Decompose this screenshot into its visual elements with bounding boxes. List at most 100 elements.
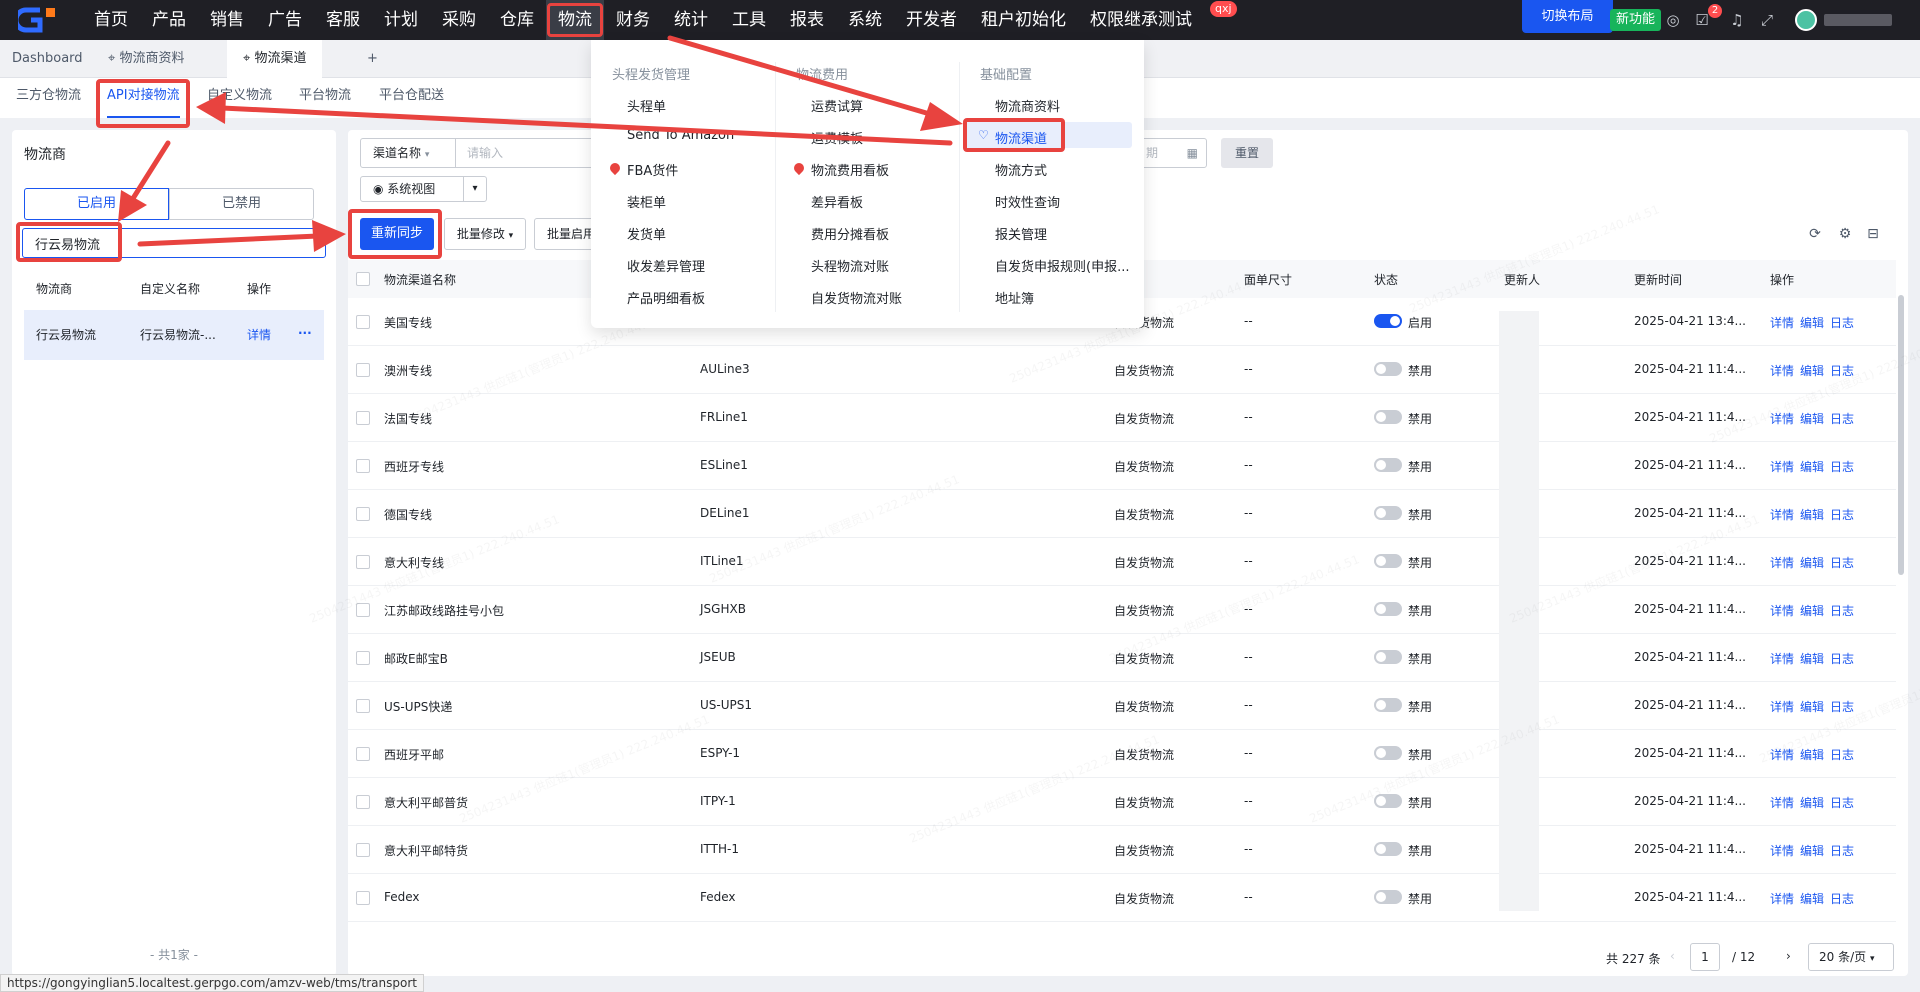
carrier-detail-link[interactable]: 详情: [247, 326, 271, 343]
menu-product-board[interactable]: 产品明细看板: [627, 288, 705, 307]
nav-service[interactable]: 客服: [314, 0, 372, 40]
table-row[interactable]: 德国专线 DELine1 自发货物流 -- 禁用 2025-04-21 11:4... 详情…: [348, 490, 1896, 538]
filter-field-select[interactable]: 渠道名称 ▾: [360, 138, 456, 168]
status-toggle[interactable]: [1374, 506, 1402, 520]
book-icon[interactable]: ⊟: [1864, 225, 1882, 243]
row-checkbox[interactable]: [356, 507, 370, 521]
menu-address-book[interactable]: 地址簿: [995, 288, 1034, 307]
system-view-button[interactable]: ◉ 系统视图: [360, 176, 464, 202]
detail-link[interactable]: 详情: [1770, 314, 1794, 331]
edit-link[interactable]: 编辑: [1800, 602, 1824, 619]
nav-permission-test[interactable]: 权限继承测试: [1078, 0, 1204, 40]
fullscreen-icon[interactable]: ⤢: [1757, 10, 1777, 30]
log-link[interactable]: 日志: [1830, 506, 1854, 523]
menu-customs[interactable]: 报关管理: [995, 224, 1047, 243]
username-blurred[interactable]: [1824, 14, 1892, 26]
reset-button[interactable]: 重置: [1221, 138, 1273, 168]
menu-alloc-board[interactable]: 费用分摊看板: [811, 224, 889, 243]
batch-edit-button[interactable]: 批量修改 ▾: [444, 218, 526, 250]
detail-link[interactable]: 详情: [1770, 890, 1794, 907]
select-all-checkbox[interactable]: [356, 272, 370, 286]
nav-product[interactable]: 产品: [140, 0, 198, 40]
log-link[interactable]: 日志: [1830, 794, 1854, 811]
avatar[interactable]: [1795, 9, 1817, 31]
help-icon[interactable]: ◎: [1663, 10, 1683, 30]
page-input[interactable]: 1: [1690, 943, 1720, 971]
detail-link[interactable]: 详情: [1770, 602, 1794, 619]
app-logo[interactable]: [18, 6, 64, 34]
edit-link[interactable]: 编辑: [1800, 650, 1824, 667]
row-checkbox[interactable]: [356, 555, 370, 569]
detail-link[interactable]: 详情: [1770, 362, 1794, 379]
menu-first-leg-order[interactable]: 头程单: [627, 96, 666, 115]
table-row[interactable]: Fedex Fedex 自发货物流 -- 禁用 2025-04-21 11:4... 详情编…: [348, 874, 1896, 922]
row-checkbox[interactable]: [356, 795, 370, 809]
table-row[interactable]: 法国专线 FRLine1 自发货物流 -- 禁用 2025-04-21 11:4... 详情…: [348, 394, 1896, 442]
new-feature-badge[interactable]: 新功能: [1610, 9, 1662, 31]
tab-carrier-info[interactable]: ⌖ 物流商资料: [108, 40, 184, 78]
edit-link[interactable]: 编辑: [1800, 314, 1824, 331]
menu-shipping-order[interactable]: 发货单: [627, 224, 666, 243]
tab-logistics-channel[interactable]: ⌖ 物流渠道: [227, 40, 323, 78]
edit-link[interactable]: 编辑: [1800, 842, 1824, 859]
log-link[interactable]: 日志: [1830, 314, 1854, 331]
row-checkbox[interactable]: [356, 747, 370, 761]
menu-logistics-channel[interactable]: ♡ 物流渠道: [978, 128, 1047, 147]
menu-logistics-method[interactable]: 物流方式: [995, 160, 1047, 179]
resync-button[interactable]: 重新同步: [360, 218, 434, 250]
edit-link[interactable]: 编辑: [1800, 554, 1824, 571]
menu-discrepancy[interactable]: 收发差异管理: [627, 256, 705, 275]
status-toggle[interactable]: [1374, 650, 1402, 664]
log-link[interactable]: 日志: [1830, 410, 1854, 427]
edit-link[interactable]: 编辑: [1800, 458, 1824, 475]
prev-page-icon[interactable]: ‹: [1670, 949, 1675, 963]
detail-link[interactable]: 详情: [1770, 554, 1794, 571]
row-checkbox[interactable]: [356, 411, 370, 425]
nav-home[interactable]: 首页: [82, 0, 140, 40]
menu-container[interactable]: 装柜单: [627, 192, 666, 211]
status-toggle[interactable]: [1374, 458, 1402, 472]
row-checkbox[interactable]: [356, 459, 370, 473]
chevron-down-icon[interactable]: ▾: [463, 176, 487, 202]
menu-declaration-rules[interactable]: 自发货申报规则(申报...: [995, 256, 1129, 275]
row-checkbox[interactable]: [356, 891, 370, 905]
log-link[interactable]: 日志: [1830, 842, 1854, 859]
status-toggle[interactable]: [1374, 410, 1402, 424]
more-icon[interactable]: ···: [298, 326, 312, 340]
nav-developer[interactable]: 开发者: [894, 0, 969, 40]
detail-link[interactable]: 详情: [1770, 506, 1794, 523]
row-checkbox[interactable]: [356, 651, 370, 665]
edit-link[interactable]: 编辑: [1800, 410, 1824, 427]
detail-link[interactable]: 详情: [1770, 698, 1794, 715]
nav-system[interactable]: 系统: [836, 0, 894, 40]
table-row[interactable]: 意大利平邮普货 ITPY-1 自发货物流 -- 禁用 2025-04-21 11:4...…: [348, 778, 1896, 826]
table-row[interactable]: 意大利平邮特货 ITTH-1 自发货物流 -- 禁用 2025-04-21 11:4...…: [348, 826, 1896, 874]
edit-link[interactable]: 编辑: [1800, 890, 1824, 907]
nav-reports[interactable]: 报表: [778, 0, 836, 40]
menu-fee-board[interactable]: 物流费用看板: [811, 160, 889, 179]
batch-enable-button[interactable]: 批量启用: [534, 218, 594, 250]
menu-fba-shipment[interactable]: FBA货件: [627, 160, 678, 179]
page-size-select[interactable]: 20 条/页 ▾: [1808, 943, 1894, 971]
status-toggle[interactable]: [1374, 698, 1402, 712]
table-row[interactable]: US-UPS快递 US-UPS1 自发货物流 -- 禁用 2025-04-21 11:4.…: [348, 682, 1896, 730]
subtab-platform-logistics[interactable]: 平台物流: [299, 78, 351, 118]
log-link[interactable]: 日志: [1830, 746, 1854, 763]
status-toggle[interactable]: [1374, 842, 1402, 856]
menu-timeliness[interactable]: 时效性查询: [995, 192, 1060, 211]
nav-finance[interactable]: 财务: [604, 0, 662, 40]
status-toggle[interactable]: [1374, 554, 1402, 568]
detail-link[interactable]: 详情: [1770, 458, 1794, 475]
nav-stats[interactable]: 统计: [662, 0, 720, 40]
nav-warehouse[interactable]: 仓库: [488, 0, 546, 40]
add-tab-button[interactable]: +: [367, 40, 378, 78]
filter-input[interactable]: 请输入: [455, 138, 605, 168]
nav-sales[interactable]: 销售: [198, 0, 256, 40]
subtab-api-logistics[interactable]: API对接物流: [107, 78, 180, 118]
menu-self-ship-recon[interactable]: 自发货物流对账: [811, 288, 902, 307]
detail-link[interactable]: 详情: [1770, 650, 1794, 667]
tab-dashboard[interactable]: Dashboard: [12, 40, 83, 78]
status-toggle[interactable]: [1374, 746, 1402, 760]
row-checkbox[interactable]: [356, 699, 370, 713]
refresh-icon[interactable]: ⟳: [1806, 225, 1824, 243]
